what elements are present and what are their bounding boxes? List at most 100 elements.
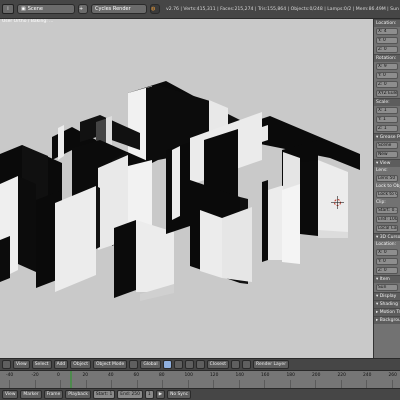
timeline-tick-label: 200 (312, 373, 321, 378)
panel-row: Y: 0 (374, 36, 400, 45)
current-frame-field[interactable]: 1 (144, 390, 154, 399)
panel-field[interactable]: X: 9 (376, 63, 398, 70)
render-icon[interactable] (242, 360, 252, 369)
panel-row: Lens 50 (374, 174, 400, 183)
panel-field[interactable]: Z: 0 (376, 46, 398, 53)
plus-icon: + (79, 6, 84, 12)
panel-field[interactable]: Lock to Cursor (376, 191, 398, 198)
panel-label: Location: (376, 242, 397, 247)
timeline-tick-label: 120 (210, 373, 219, 378)
panel-header[interactable]: ▾ View (374, 159, 400, 167)
scene-add-button[interactable]: + (78, 4, 88, 14)
panel-row: Lock to Cursor (374, 190, 400, 199)
view3d-header: View Select Add Object Object Mode Globa… (0, 358, 400, 370)
mode-select[interactable]: Object Mode (92, 360, 128, 369)
panel-field[interactable]: X: 1 (376, 107, 398, 114)
menu-add[interactable]: Add (53, 360, 69, 369)
shading-icon[interactable] (129, 360, 139, 369)
scale-icon[interactable] (195, 360, 205, 369)
panel-field[interactable]: Z: 1 (376, 125, 398, 132)
menu-object[interactable]: Object (70, 360, 91, 369)
panel-header[interactable]: ▸ Background Images (374, 316, 400, 324)
menu-frame[interactable]: Frame (43, 390, 64, 399)
panel-row: Y: 0 (374, 257, 400, 266)
panel-header[interactable]: Location: (374, 19, 400, 27)
blender-logo-icon: ◍ (150, 4, 160, 14)
panel-header[interactable]: Rotation: (374, 54, 400, 62)
manipulator-icon[interactable] (162, 360, 172, 369)
timeline-tick (264, 380, 265, 388)
timeline-tick (340, 380, 342, 388)
translate-icon[interactable] (173, 360, 183, 369)
panel-field[interactable]: X: 0 (376, 249, 398, 256)
timeline-header: View Marker Frame Playback Start: 1 End:… (0, 388, 400, 400)
snap-select[interactable]: Closest (206, 360, 230, 369)
panel-field[interactable]: Sun (376, 284, 398, 291)
menu-view[interactable]: View (2, 390, 19, 399)
end-frame-field[interactable]: End: 250 (117, 390, 143, 399)
editor-type-icon[interactable] (2, 360, 11, 369)
menu-select[interactable]: Select (31, 360, 52, 369)
timeline-tick (85, 380, 87, 388)
timeline-tick (60, 380, 61, 388)
timeline-tick-label: -40 (6, 373, 14, 378)
timeline-tick-label: 220 (337, 373, 346, 378)
rotate-icon[interactable] (184, 360, 194, 369)
panel-field[interactable]: Start: 0.1 (376, 207, 398, 214)
panel-field[interactable]: Local Camera (376, 225, 398, 232)
timeline[interactable]: -40 -20 0 20 40 60 80 100 120 140 160 180 200 220 240 2… (0, 370, 400, 389)
panel-header[interactable]: ▸ Motion Tracking (374, 308, 400, 316)
panel-field[interactable]: Lens 50 (376, 175, 398, 182)
viewport-title: User Ortho / Baking: ... (2, 19, 54, 24)
menu-marker[interactable]: Marker (20, 390, 42, 399)
sync-select[interactable]: No Sync (167, 390, 192, 399)
walls (0, 81, 360, 301)
timeline-tick-label: 240 (363, 373, 372, 378)
timeline-tick-label: 0 (57, 373, 60, 378)
render-engine-select[interactable]: Cycles Render (91, 4, 147, 14)
panel-row: End: 1000 (374, 215, 400, 224)
panel-row: X: 4 (374, 27, 400, 36)
panel-field[interactable]: Y: 0 (376, 72, 398, 79)
panel-field[interactable]: End: 1000 (376, 216, 398, 223)
panel-field[interactable]: X: 4 (376, 28, 398, 35)
play-button[interactable]: ▶ (155, 390, 166, 399)
timeline-tick (238, 380, 240, 388)
panel-field[interactable]: Z: 0 (376, 267, 398, 274)
timeline-tick (111, 380, 112, 388)
timeline-tick (34, 380, 36, 388)
menu-playback[interactable]: Playback (65, 390, 91, 399)
panel-header[interactable]: ▾ 3D Cursor (374, 233, 400, 241)
menu-view[interactable]: View (13, 360, 30, 369)
start-frame-field[interactable]: Start: 1 (92, 390, 116, 399)
pivot-select[interactable]: Global (140, 360, 161, 369)
panel-field[interactable]: Y: 0 (376, 258, 398, 265)
panel-field[interactable]: Scene (376, 142, 398, 149)
panel-field[interactable]: New (376, 151, 398, 158)
editor-type-icon[interactable]: i (2, 4, 14, 14)
blender-window: i ▣ Scene + Cycles Render ◍ v2.76 | Vert… (0, 0, 400, 400)
panel-field[interactable]: XYZ Euler (376, 90, 398, 97)
3d-cursor-icon[interactable] (331, 196, 344, 209)
panel-row: X: 0 (374, 248, 400, 257)
panel-header[interactable]: Scale: (374, 98, 400, 106)
current-frame-marker[interactable] (70, 371, 72, 389)
panel-header[interactable]: ▾ Item (374, 275, 400, 283)
panel-field[interactable]: Y: 1 (376, 116, 398, 123)
properties-panel: Location: X: 4 Y: 0 Z: 0 Rotation: X: 9 Y: 0 Z:… (373, 19, 400, 358)
scene-name: Scene (27, 6, 43, 12)
timeline-tick-label: 100 (184, 373, 193, 378)
timeline-tick-label: -20 (31, 373, 39, 378)
3d-viewport[interactable]: User Ortho / Baking: ... (0, 19, 373, 358)
scene-statistics: v2.76 | Verts:415,311 | Faces:215,274 | … (166, 6, 399, 12)
timeline-tick-label: 80 (159, 373, 165, 378)
render-layer-select[interactable]: Render Layer (253, 360, 290, 369)
panel-header[interactable]: ▾ Display (374, 292, 400, 300)
panel-header[interactable]: ▾ Grease Pencil (374, 133, 400, 141)
panel-row: Z: 0 (374, 266, 400, 275)
scene-selector[interactable]: ▣ Scene (17, 4, 75, 14)
panel-header[interactable]: ▾ Shading (374, 300, 400, 308)
panel-field[interactable]: Z: 0 (376, 81, 398, 88)
panel-field[interactable]: Y: 0 (376, 37, 398, 44)
layers-icon[interactable] (231, 360, 241, 369)
